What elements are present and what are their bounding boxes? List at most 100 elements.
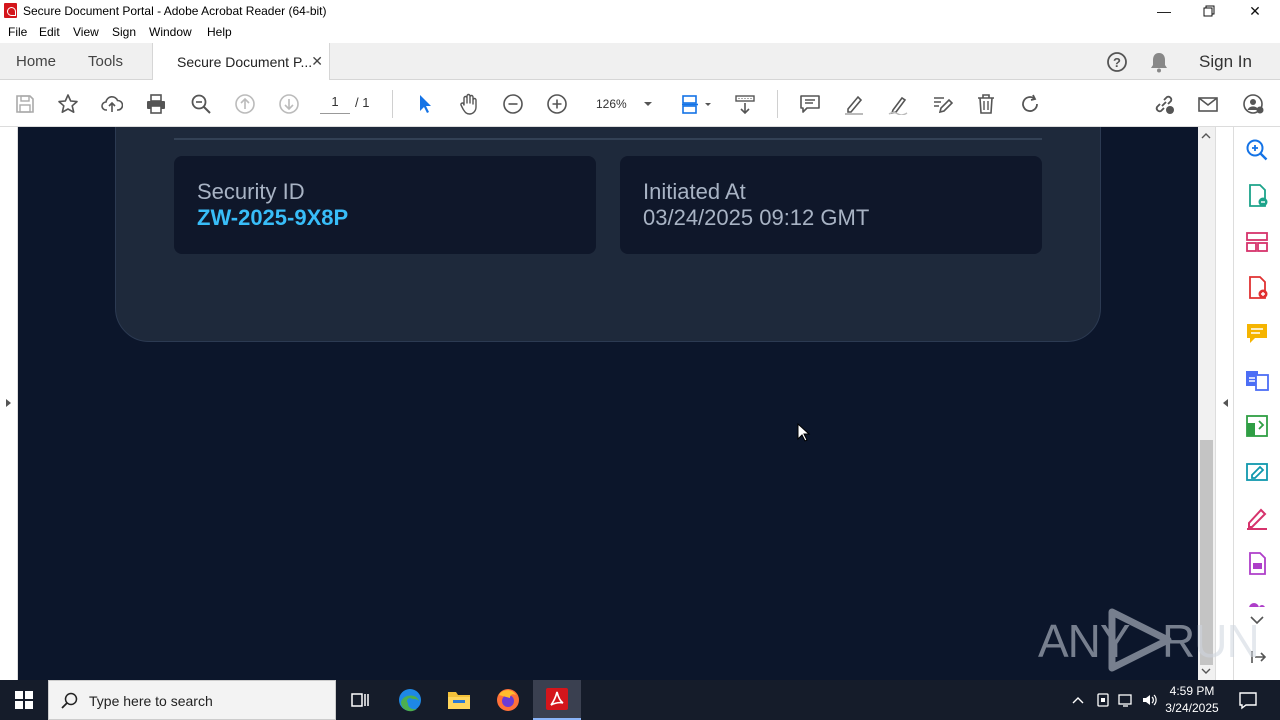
menu-bar: File Edit View Sign Window Help xyxy=(0,22,1280,43)
delete-icon[interactable] xyxy=(973,91,999,117)
file-explorer-button[interactable] xyxy=(435,680,483,720)
email-icon[interactable] xyxy=(1195,91,1221,117)
tab-tools[interactable]: Tools xyxy=(88,43,123,80)
page-total: / 1 xyxy=(355,95,370,110)
edge-button[interactable] xyxy=(386,680,434,720)
tab-home[interactable]: Home xyxy=(16,43,56,80)
task-view-button[interactable] xyxy=(336,680,384,720)
share-user-icon[interactable] xyxy=(1240,91,1266,117)
security-id-box: Security ID ZW-2025-9X8P xyxy=(174,156,596,254)
security-id-label: Security ID xyxy=(197,179,305,204)
folder-icon xyxy=(448,692,470,709)
close-tab-icon[interactable]: ✕ xyxy=(311,53,323,70)
page-layout-icon[interactable] xyxy=(676,91,716,117)
taskbar: Type here to search 4:59 PM 3/24/2025 xyxy=(0,680,1280,720)
zoom-search-icon[interactable] xyxy=(188,91,214,117)
print-icon[interactable] xyxy=(143,91,169,117)
chevron-up-icon[interactable] xyxy=(1201,133,1211,139)
share-link-icon[interactable] xyxy=(1151,91,1177,117)
task-view-icon xyxy=(351,693,369,707)
security-id-value: ZW-2025-9X8P xyxy=(197,205,349,230)
device-icon[interactable] xyxy=(1094,692,1112,708)
initiated-at-label: Initiated At xyxy=(643,179,746,204)
create-pdf-icon[interactable] xyxy=(1244,275,1270,301)
menu-file[interactable]: File xyxy=(8,25,27,39)
watermark-right: RUN xyxy=(1162,615,1260,667)
save-icon[interactable] xyxy=(12,91,38,117)
taskbar-search[interactable]: Type here to search xyxy=(48,680,336,720)
firefox-button[interactable] xyxy=(484,680,532,720)
star-icon[interactable] xyxy=(55,91,81,117)
toolbar: 1 / 1 126% xyxy=(0,80,1280,127)
right-panel-toggle[interactable] xyxy=(1215,127,1233,680)
highlight-icon[interactable] xyxy=(841,91,867,117)
next-page-icon[interactable] xyxy=(276,91,302,117)
fill-sign-icon[interactable] xyxy=(1244,505,1270,531)
title-bar: Secure Document Portal - Adobe Acrobat R… xyxy=(0,0,1280,22)
bell-icon[interactable] xyxy=(1148,50,1170,74)
windows-logo-icon xyxy=(15,691,33,709)
left-panel-toggle[interactable] xyxy=(0,127,18,680)
sign-in-button[interactable]: Sign In xyxy=(1199,43,1252,80)
help-icon[interactable]: ? xyxy=(1105,50,1129,74)
notifications-icon[interactable] xyxy=(1238,690,1258,710)
windows-start-button[interactable] xyxy=(0,680,48,720)
comment-tool-icon[interactable] xyxy=(1244,321,1270,347)
initiated-at-value: 03/24/2025 09:12 GMT xyxy=(643,205,870,230)
combine-files-icon[interactable] xyxy=(1244,367,1270,393)
firefox-icon xyxy=(497,689,519,711)
chevron-down-icon xyxy=(643,102,652,106)
tab-document[interactable]: Secure Document P... ✕ xyxy=(152,43,330,81)
page-number-input[interactable]: 1 xyxy=(320,94,350,114)
restore-icon xyxy=(1203,5,1215,17)
hand-tool-icon[interactable] xyxy=(456,91,482,117)
prev-page-icon[interactable] xyxy=(232,91,258,117)
tab-bar: Home Tools Secure Document P... ✕ ? Sign… xyxy=(0,43,1280,81)
menu-sign[interactable]: Sign xyxy=(112,25,136,39)
select-cursor-icon[interactable] xyxy=(412,91,438,117)
search-tool-icon[interactable] xyxy=(1244,137,1270,163)
zoom-in-icon[interactable] xyxy=(544,91,570,117)
initiated-at-box: Initiated At 03/24/2025 09:12 GMT xyxy=(620,156,1042,254)
protect-pdf-icon[interactable] xyxy=(1244,551,1270,577)
acrobat-taskbar-button[interactable] xyxy=(533,680,581,720)
menu-edit[interactable]: Edit xyxy=(39,25,60,39)
edit-text-icon[interactable] xyxy=(929,91,955,117)
draw-icon[interactable] xyxy=(885,91,911,117)
menu-help[interactable]: Help xyxy=(207,25,232,39)
more-tools-partial-icon[interactable] xyxy=(1246,597,1268,607)
zoom-out-icon[interactable] xyxy=(500,91,526,117)
minimize-button[interactable]: — xyxy=(1141,0,1187,22)
toolbar-divider xyxy=(777,90,778,118)
chevron-up-icon[interactable] xyxy=(1070,692,1086,708)
compress-pdf-icon[interactable] xyxy=(1244,413,1270,439)
search-placeholder: Type here to search xyxy=(89,693,213,709)
search-icon xyxy=(61,692,78,709)
chevron-left-icon xyxy=(1223,399,1228,407)
clock-date: 3/24/2025 xyxy=(1165,701,1219,715)
system-clock[interactable]: 4:59 PM 3/24/2025 xyxy=(1152,683,1232,717)
scroll-mode-icon[interactable] xyxy=(732,91,758,117)
clock-time: 4:59 PM xyxy=(1169,684,1215,698)
menu-view[interactable]: View xyxy=(73,25,99,39)
window-title: Secure Document Portal - Adobe Acrobat R… xyxy=(23,4,327,18)
comment-icon[interactable] xyxy=(797,91,823,117)
export-pdf-icon[interactable] xyxy=(1244,183,1270,209)
upload-icon[interactable] xyxy=(99,91,125,117)
zoom-value: 126% xyxy=(596,97,627,111)
organize-pages-icon[interactable] xyxy=(1244,229,1270,255)
tab-document-label: Secure Document P... xyxy=(177,54,313,70)
toolbar-divider xyxy=(392,90,393,118)
restore-button[interactable] xyxy=(1186,0,1232,22)
document-view[interactable]: Security ID ZW-2025-9X8P Initiated At 03… xyxy=(18,127,1198,680)
close-button[interactable]: ✕ xyxy=(1232,0,1278,22)
mouse-cursor-icon xyxy=(797,423,811,442)
zoom-select[interactable]: 126% xyxy=(588,93,658,115)
edit-pdf-icon[interactable] xyxy=(1244,459,1270,485)
menu-window[interactable]: Window xyxy=(149,25,192,39)
chevron-right-icon xyxy=(6,399,11,407)
rotate-icon[interactable] xyxy=(1017,91,1043,117)
card-divider xyxy=(174,138,1042,140)
network-icon[interactable] xyxy=(1117,692,1135,708)
info-card: Security ID ZW-2025-9X8P Initiated At 03… xyxy=(115,127,1101,342)
